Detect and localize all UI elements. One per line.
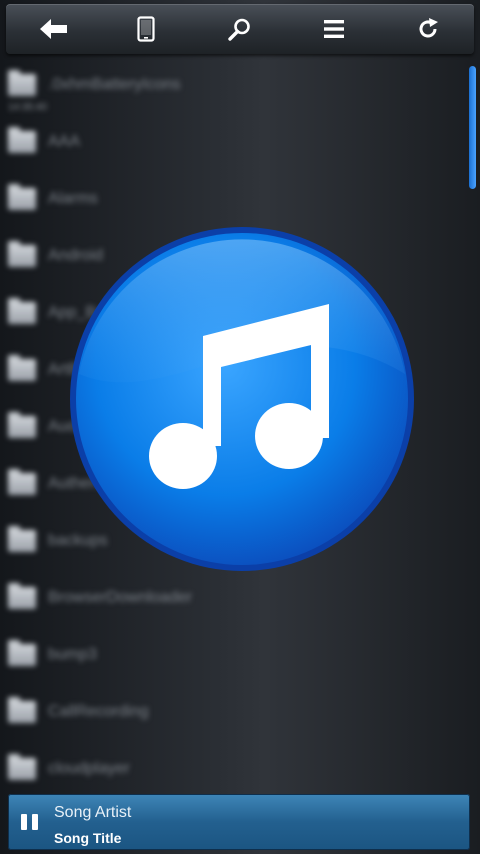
top-toolbar [6, 4, 474, 54]
folder-icon [8, 355, 36, 381]
now-playing-bar[interactable]: Song Artist Song Title [8, 794, 470, 850]
music-logo [67, 224, 417, 574]
pause-icon [21, 814, 27, 830]
refresh-button[interactable] [398, 4, 458, 54]
search-icon [228, 18, 250, 41]
list-item-label: bump3 [48, 646, 97, 663]
folder-icon [8, 526, 36, 552]
list-item[interactable]: .0xhmBatteryIcons 14:35:40 [0, 62, 462, 119]
phone-icon [137, 16, 155, 42]
search-button[interactable] [210, 4, 270, 54]
menu-button[interactable] [304, 4, 364, 54]
folder-icon [8, 754, 36, 780]
folder-icon [8, 697, 36, 723]
list-item-subtext: 14:35:40 [8, 102, 47, 113]
song-title: Song Title [54, 830, 122, 846]
music-note-icon [70, 227, 414, 571]
folder-icon [8, 412, 36, 438]
list-item[interactable]: AAA [0, 119, 462, 176]
folder-icon [8, 127, 36, 153]
list-item[interactable]: BrowserDownloader [0, 575, 462, 632]
list-item-label: BrowserDownloader [48, 589, 193, 606]
folder-icon [8, 184, 36, 210]
back-button[interactable] [24, 4, 84, 54]
pause-button[interactable] [18, 810, 42, 834]
scrollbar-thumb[interactable] [469, 66, 476, 189]
folder-icon [8, 583, 36, 609]
refresh-icon [419, 18, 438, 38]
folder-icon [8, 70, 36, 96]
pause-icon [32, 814, 38, 830]
list-item[interactable]: CallRecording [0, 689, 462, 746]
menu-icon [324, 20, 344, 38]
folder-icon [8, 298, 36, 324]
list-item-label: CallRecording [48, 703, 149, 720]
folder-icon [8, 640, 36, 666]
device-button[interactable] [116, 4, 176, 54]
list-item-label: AAA [48, 133, 81, 150]
list-item-label: Alarms [48, 190, 98, 207]
list-item[interactable]: bump3 [0, 632, 462, 689]
back-arrow-icon [40, 19, 67, 39]
folder-icon [8, 241, 36, 267]
list-item-label: .0xhmBatteryIcons [48, 76, 181, 93]
folder-icon [8, 469, 36, 495]
song-artist: Song Artist [54, 804, 132, 821]
list-item-label: cloudplayer [48, 760, 130, 777]
